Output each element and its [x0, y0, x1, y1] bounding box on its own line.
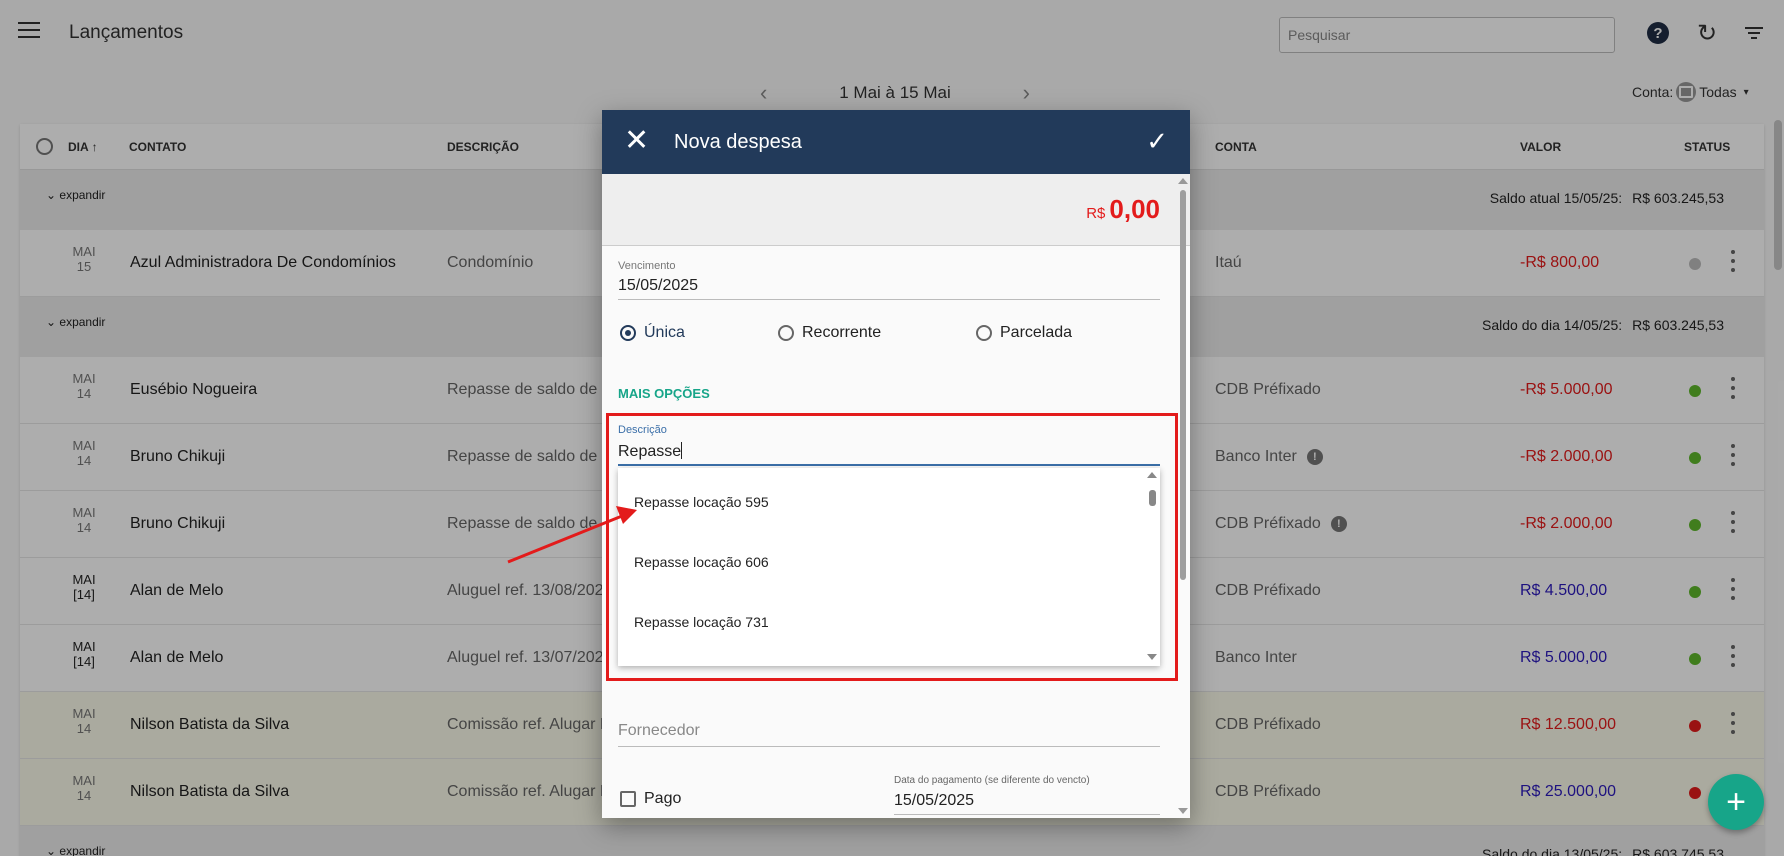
- annotation-arrow-icon: [507, 506, 637, 564]
